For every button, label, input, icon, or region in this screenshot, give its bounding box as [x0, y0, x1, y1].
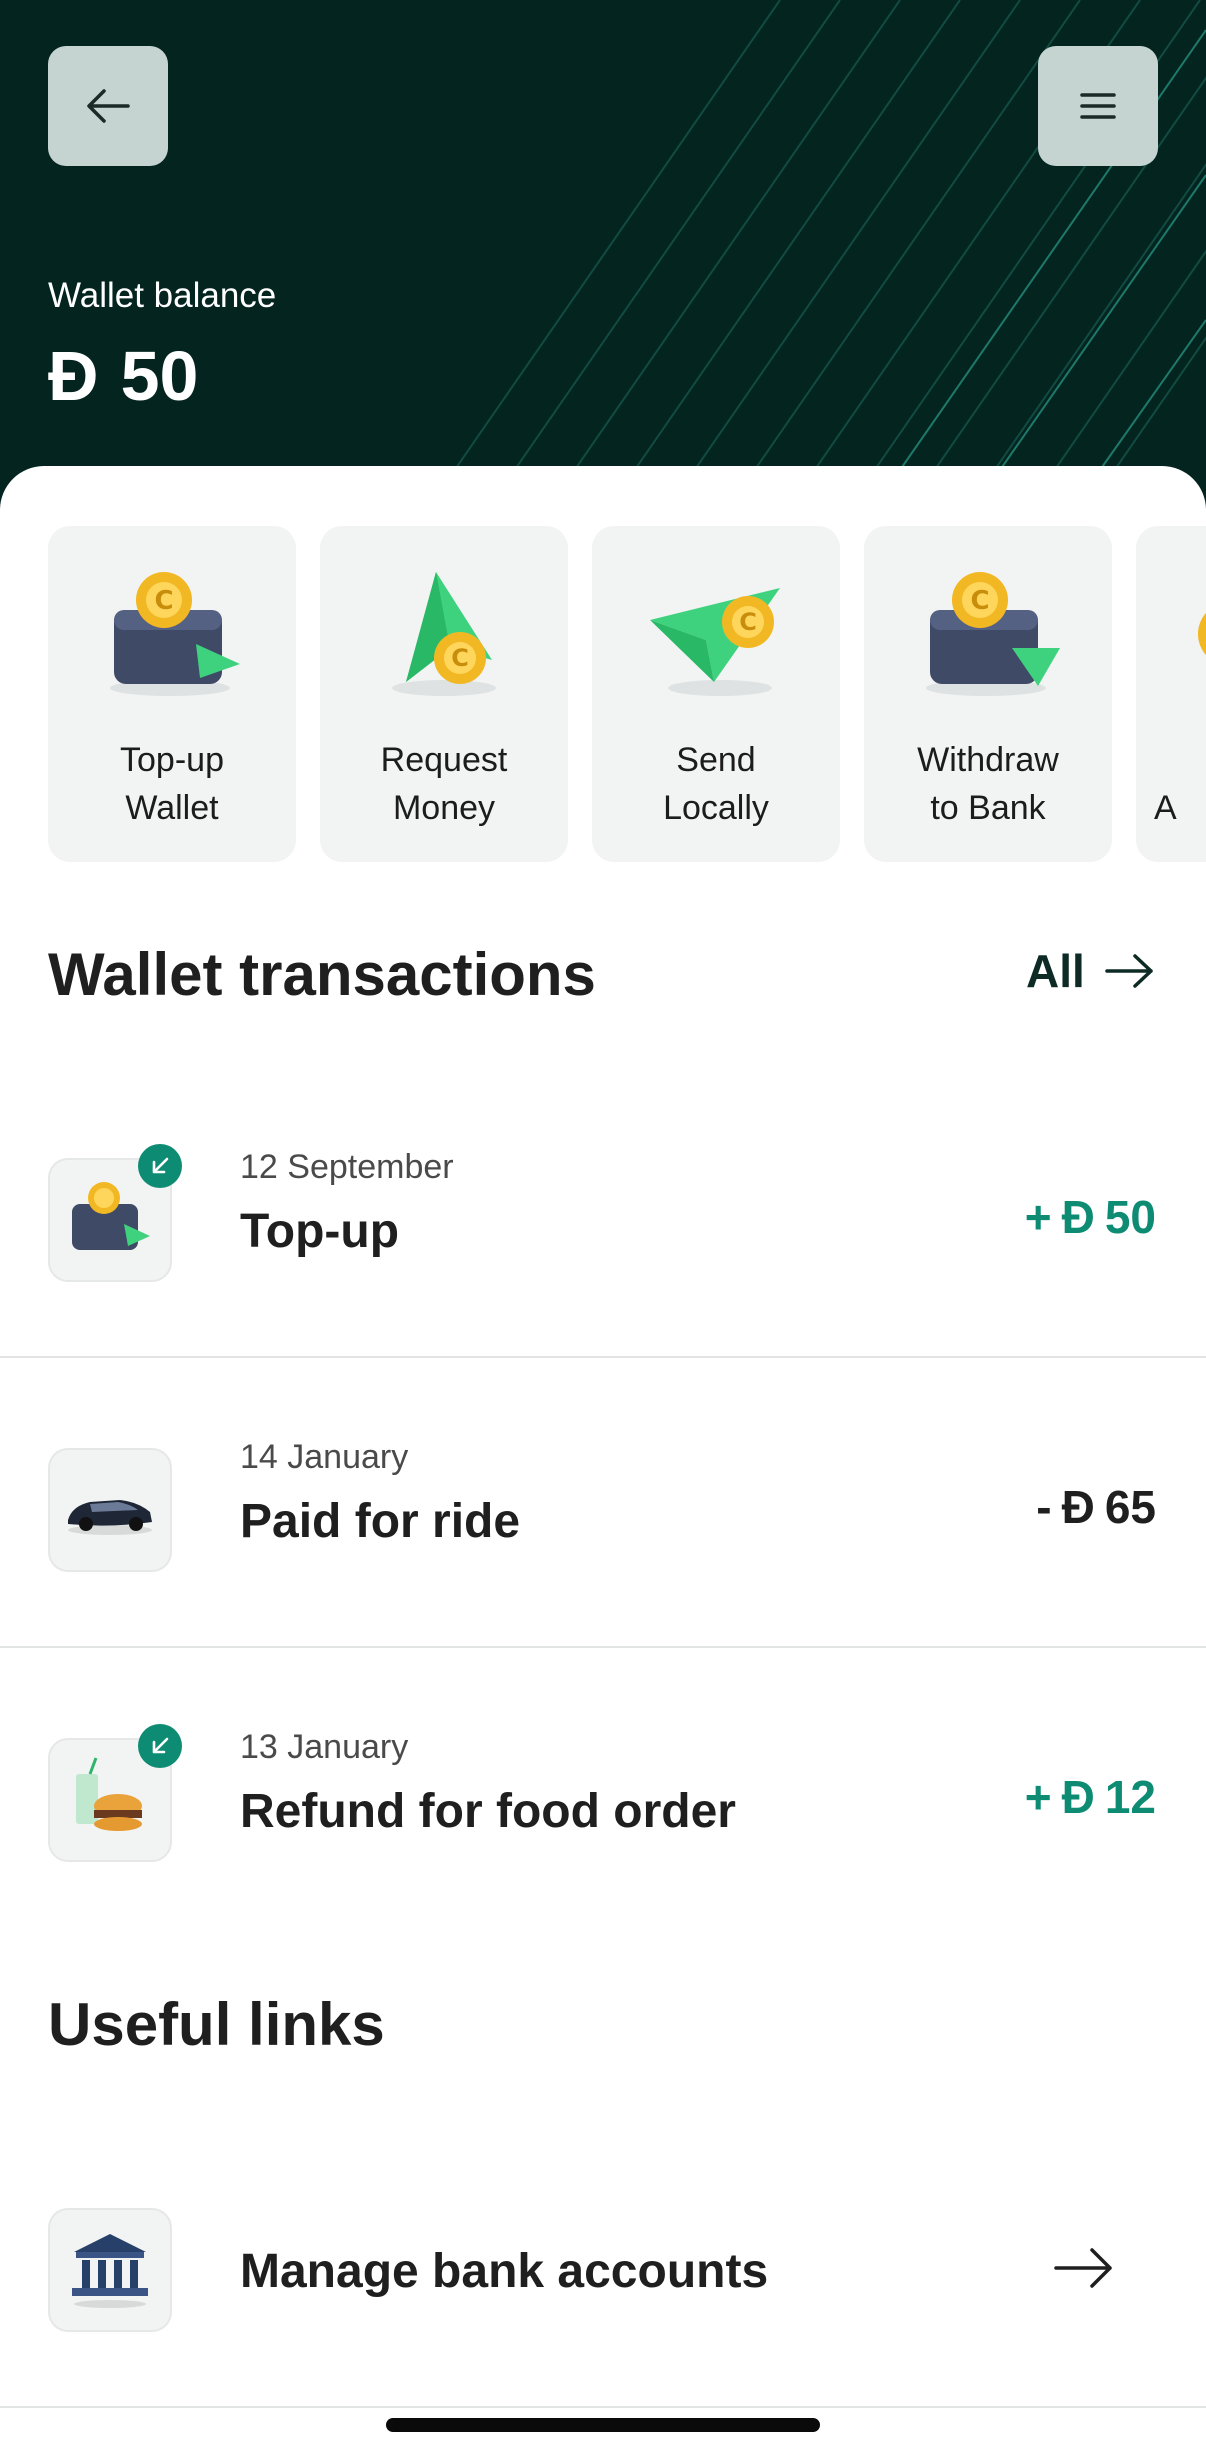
transaction-date: 14 January: [240, 1438, 409, 1476]
action-request-money[interactable]: C Request Money: [320, 526, 568, 862]
star-arrow-coin-icon: C: [392, 572, 496, 696]
divider: [0, 2406, 1206, 2408]
link-label: Manage bank accounts: [240, 2245, 769, 2298]
transaction-row[interactable]: 14 January Paid for ride - Đ 65: [0, 1396, 1206, 1686]
transaction-row[interactable]: 12 September Top-up + Đ 50: [0, 1106, 1206, 1396]
incoming-badge-icon: [138, 1144, 182, 1188]
transaction-row[interactable]: 13 January Refund for food order + Đ 12: [0, 1686, 1206, 1976]
manage-bank-accounts-link[interactable]: Manage bank accounts: [0, 2208, 1206, 2388]
action-label: Withdraw to Bank: [917, 741, 1059, 827]
svg-text:C: C: [154, 586, 173, 616]
back-button[interactable]: [48, 46, 168, 166]
incoming-badge-icon: [138, 1724, 182, 1768]
transaction-title: Refund for food order: [240, 1785, 736, 1838]
action-label: A: [1154, 789, 1177, 827]
amount-currency: Đ: [1061, 1481, 1095, 1533]
bank-icon: [48, 2208, 172, 2332]
currency-symbol: Đ: [48, 337, 99, 415]
decorative-stripes: [419, 0, 1206, 520]
transaction-title: Paid for ride: [240, 1495, 521, 1548]
svg-text:C: C: [451, 644, 469, 672]
wallet-header: Wallet balance Đ 50: [0, 0, 1206, 520]
wallet-coin-down-icon: C: [926, 572, 1060, 696]
home-indicator[interactable]: [386, 2418, 820, 2432]
balance-value: 50: [120, 337, 199, 415]
menu-button[interactable]: [1038, 46, 1158, 166]
action-send-locally[interactable]: C Send Locally: [592, 526, 840, 862]
amount-currency: Đ: [1061, 1191, 1095, 1243]
amount-sign: -: [1036, 1481, 1052, 1533]
arrow-right-icon: [1054, 2248, 1112, 2288]
quick-actions: C Top-up Wallet C Request Money C Send L…: [0, 526, 1206, 866]
all-label: All: [1026, 945, 1085, 997]
transaction-date: 12 September: [240, 1148, 454, 1186]
coin-icon: [1198, 612, 1206, 656]
amount-sign: +: [1024, 1191, 1052, 1243]
action-label: Request Money: [380, 741, 508, 827]
arrow-right-icon: [1105, 954, 1153, 988]
balance-amount: Đ 50: [48, 336, 198, 416]
transactions-title: Wallet transactions: [48, 941, 596, 1008]
transaction-amount: - Đ 65: [1036, 1480, 1156, 1534]
useful-links-title: Useful links: [48, 1991, 385, 2058]
transaction-date: 13 January: [240, 1728, 409, 1766]
svg-text:C: C: [970, 586, 989, 616]
amount-value: 12: [1104, 1771, 1156, 1823]
content-sheet: C Top-up Wallet C Request Money C Send L…: [0, 466, 1206, 2458]
transaction-amount: + Đ 12: [1025, 1770, 1156, 1824]
amount-sign: +: [1024, 1771, 1052, 1823]
all-transactions-link[interactable]: All: [1026, 944, 1157, 998]
wallet-coin-arrow-icon: C: [110, 572, 240, 696]
divider: [0, 1356, 1206, 1358]
transaction-amount: + Đ 50: [1025, 1190, 1156, 1244]
amount-currency: Đ: [1061, 1771, 1095, 1823]
transaction-title: Top-up: [240, 1205, 400, 1258]
action-label: Top-up Wallet: [120, 741, 224, 827]
divider: [0, 1646, 1206, 1648]
arrow-left-icon: [87, 89, 130, 123]
action-top-up-wallet[interactable]: C Top-up Wallet: [48, 526, 296, 862]
action-partial[interactable]: A: [1136, 526, 1206, 862]
paper-plane-coin-icon: C: [650, 588, 780, 696]
svg-text:C: C: [739, 608, 757, 636]
amount-value: 50: [1104, 1191, 1156, 1243]
action-withdraw-to-bank[interactable]: C Withdraw to Bank: [864, 526, 1112, 862]
action-label: Send Locally: [663, 741, 769, 827]
amount-value: 65: [1104, 1481, 1156, 1533]
hamburger-menu-icon: [1080, 93, 1116, 119]
balance-label: Wallet balance: [48, 276, 277, 315]
car-icon: [48, 1448, 172, 1572]
